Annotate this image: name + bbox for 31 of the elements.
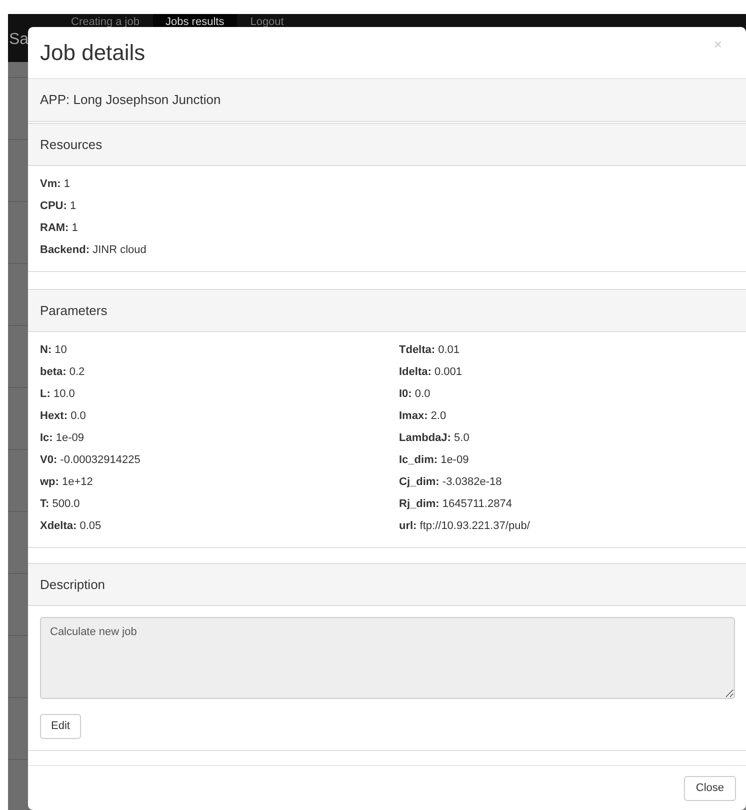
- field-text: Vm: 1: [40, 177, 71, 192]
- field-text: L: 10.0: [40, 387, 76, 402]
- panel-heading: Parameters: [28, 290, 746, 332]
- field-text: wp: 1e+12: [40, 475, 94, 490]
- field-text: Tdelta: 0.01: [399, 343, 461, 358]
- field-text: T: 500.0: [40, 497, 81, 512]
- field-text: LambdaJ: 5.0: [399, 431, 470, 446]
- field-text: Xdelta: 0.05: [40, 519, 102, 534]
- field-text: beta: 0.2: [40, 365, 86, 380]
- nav-tab[interactable]: Creating a job: [58, 14, 152, 30]
- field-text: Imax: 2.0: [399, 409, 448, 424]
- field-text: RAM: 1: [40, 221, 79, 236]
- field-text: Backend: JINR cloud: [40, 243, 148, 258]
- field-text: Hext: 0.0: [40, 409, 87, 424]
- panel-heading: APP: Long Josephson Junction: [28, 79, 746, 121]
- modal-title: Job details: [40, 39, 146, 67]
- field-text: Ic: 1e-09: [40, 431, 86, 446]
- field-text: CPU: 1: [40, 199, 78, 214]
- field-text: Ic_dim: 1e-09: [399, 453, 470, 468]
- field-text: I0: 0.0: [399, 387, 432, 402]
- panel-heading: Resources: [28, 124, 746, 166]
- brand-name[interactable]: Sa: [9, 30, 29, 50]
- nav-tab[interactable]: Logout: [237, 14, 297, 30]
- field-text: Rj_dim: 1645711.2874: [399, 497, 513, 512]
- field-text: V0: -0.00032914225: [40, 453, 142, 468]
- field-text: Idelta: 0.001: [399, 365, 463, 380]
- field-text: url: ftp://10.93.221.37/pub/: [399, 519, 531, 534]
- panel-heading: Description: [28, 564, 746, 606]
- field-text: N: 10: [40, 343, 68, 358]
- field-text: Cj_dim: -3.0382e-18: [399, 475, 503, 490]
- close-button[interactable]: Close: [684, 776, 736, 801]
